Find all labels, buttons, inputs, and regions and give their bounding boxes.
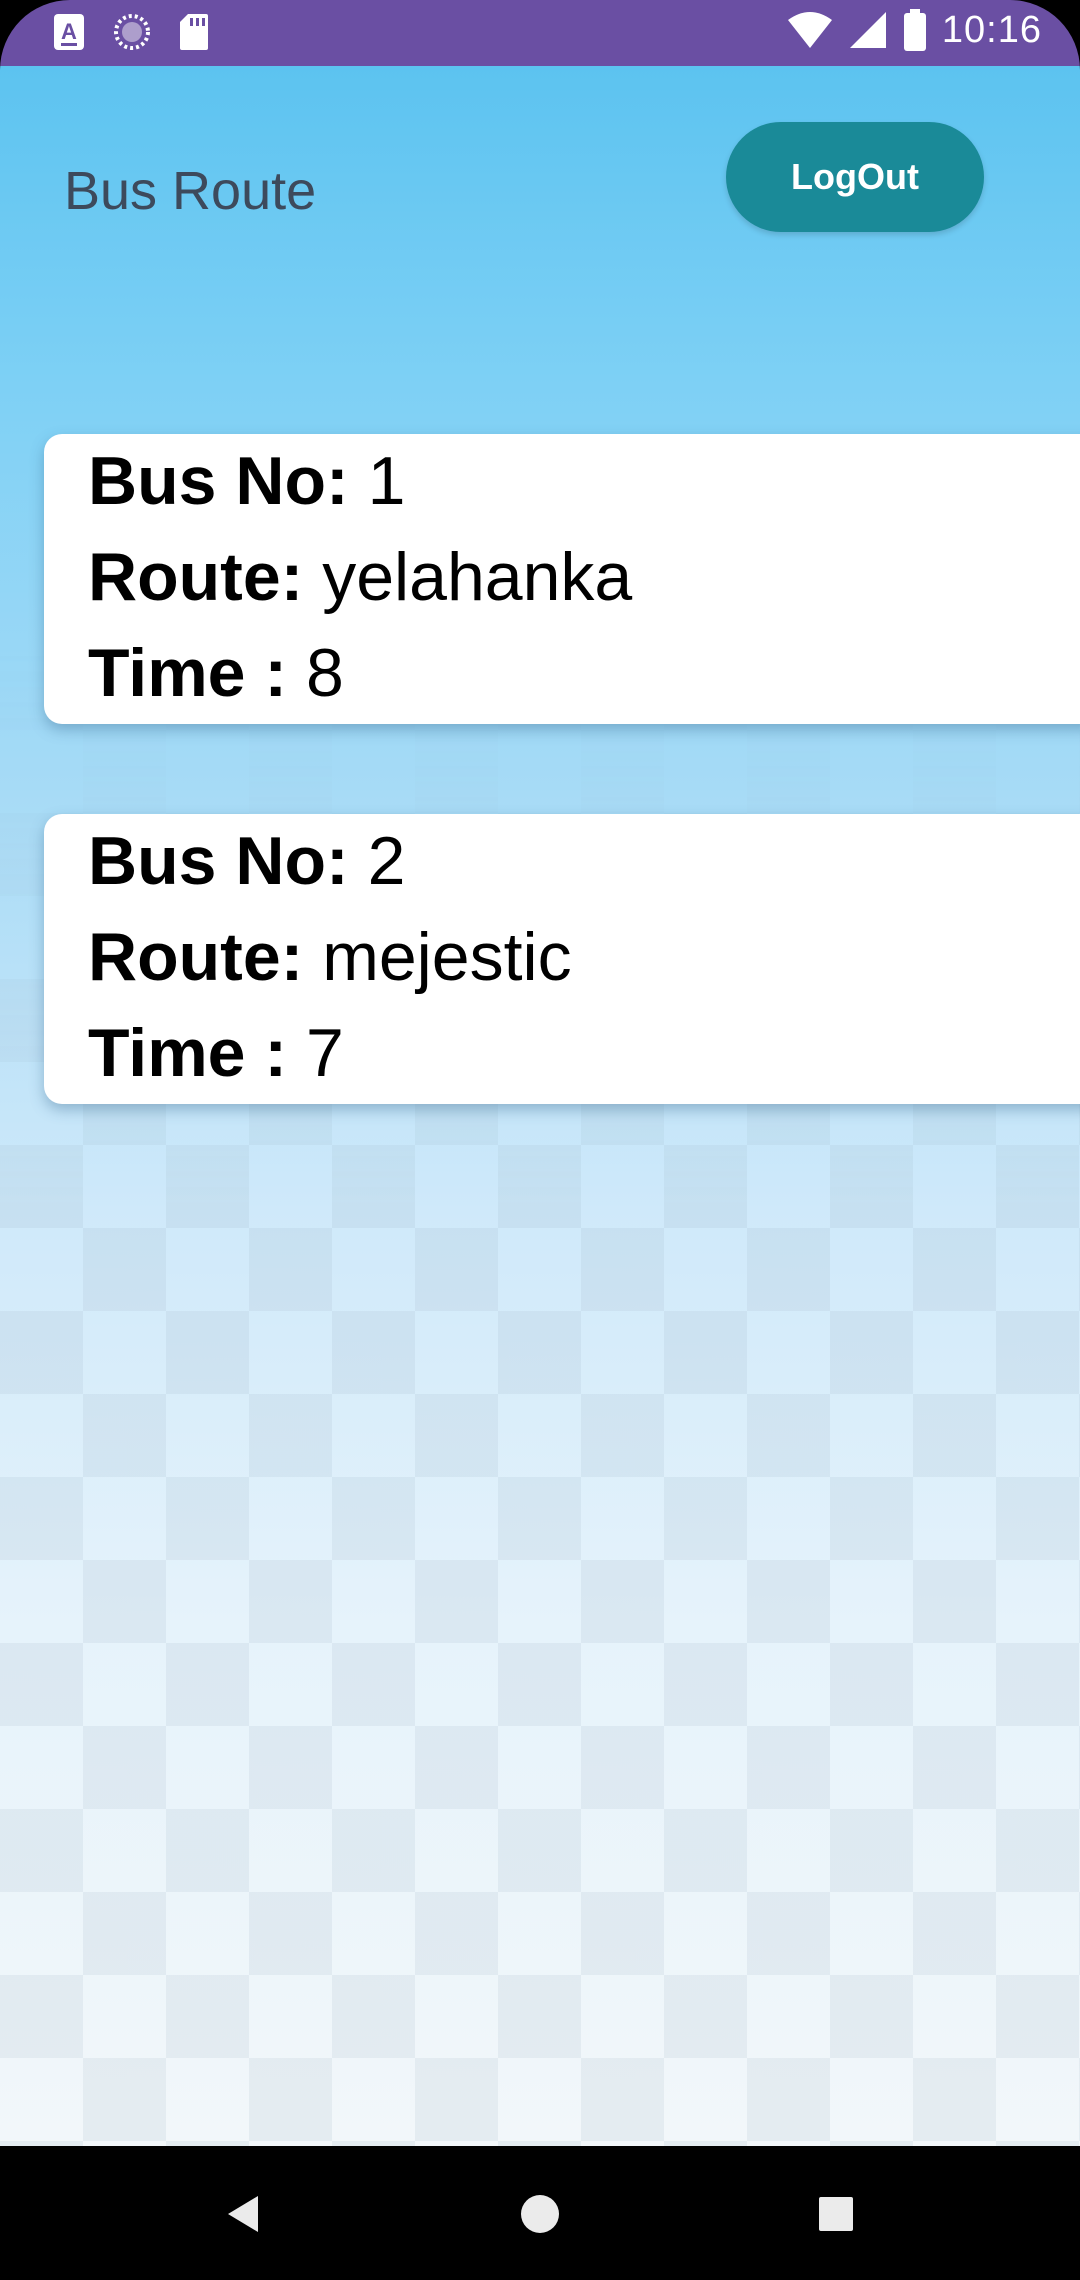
- clock: 10:16: [941, 8, 1042, 51]
- battery-icon: [903, 9, 926, 51]
- bus-number-row: Bus No: 1: [88, 442, 405, 520]
- svg-text:A: A: [61, 19, 77, 44]
- route-value: yelahanka: [322, 539, 633, 615]
- bus-number-value: 1: [367, 443, 406, 519]
- time-row: Time : 7: [88, 1014, 344, 1092]
- navigation-bar: [0, 2146, 1080, 2280]
- home-icon: [521, 2195, 559, 2233]
- bus-card[interactable]: Bus No: 2 Route: mejestic Time : 7: [44, 814, 1080, 1104]
- time-value: 8: [305, 635, 344, 711]
- bus-number-label: Bus No:: [88, 443, 349, 519]
- status-bar: A 10:16: [0, 0, 1080, 66]
- back-button[interactable]: [202, 2174, 282, 2254]
- status-bar-right: 10:16: [786, 8, 1042, 52]
- loading-circle-icon: [114, 14, 150, 50]
- page-title: Bus Route: [64, 161, 317, 221]
- back-icon: [228, 2196, 258, 2232]
- home-button[interactable]: [500, 2174, 580, 2254]
- recents-icon: [819, 2197, 853, 2231]
- route-label: Route:: [88, 539, 304, 615]
- route-label: Route:: [88, 919, 304, 995]
- time-row: Time : 8: [88, 634, 344, 712]
- device-frame: A 10:16 Bus Route LogOut Bus No: 1 Route…: [0, 0, 1080, 2280]
- recents-button[interactable]: [796, 2174, 876, 2254]
- route-row: Route: yelahanka: [88, 538, 632, 616]
- logout-button[interactable]: LogOut: [726, 122, 984, 232]
- wifi-icon: [787, 12, 832, 48]
- bus-number-label: Bus No:: [88, 823, 349, 899]
- time-label: Time :: [88, 635, 288, 711]
- sd-card-icon: [180, 14, 208, 50]
- bus-number-value: 2: [367, 823, 406, 899]
- app-screen: Bus Route LogOut Bus No: 1 Route: yelaha…: [0, 66, 1080, 2146]
- status-bar-left: A: [52, 12, 236, 52]
- text-input-a-icon: A: [54, 14, 84, 50]
- route-value: mejestic: [322, 919, 572, 995]
- signal-icon: [849, 12, 886, 48]
- time-label: Time :: [88, 1015, 288, 1091]
- background-pattern: [0, 66, 1080, 2146]
- route-row: Route: mejestic: [88, 918, 572, 996]
- time-value: 7: [305, 1015, 344, 1091]
- bus-number-row: Bus No: 2: [88, 822, 405, 900]
- bus-card[interactable]: Bus No: 1 Route: yelahanka Time : 8: [44, 434, 1080, 724]
